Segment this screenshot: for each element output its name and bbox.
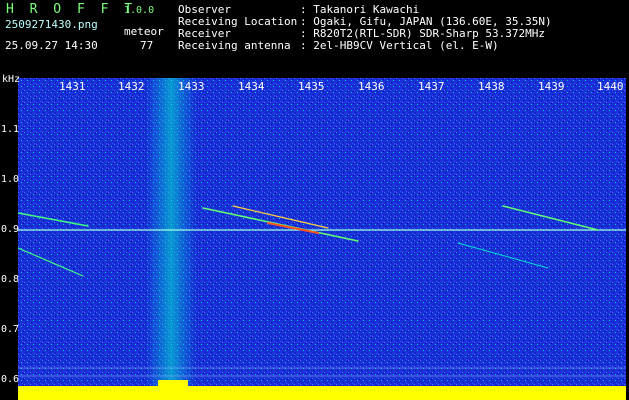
header-panel: H R O F F T 1.0.0 2509271430.png meteor … xyxy=(0,0,629,78)
axis-unit-label: kHz xyxy=(2,74,21,85)
app-name: H R O F F T xyxy=(6,2,137,17)
noise-background xyxy=(18,78,626,400)
info-value-antenna: : 2el-HB9CV Vertical (el. E-W) xyxy=(300,39,499,52)
datetime: 25.09.27 14:30 xyxy=(5,39,98,52)
x-tick: 1439 xyxy=(538,80,565,93)
filename: 2509271430.png xyxy=(5,18,98,31)
x-tick: 1431 xyxy=(59,80,86,93)
meteor-label: meteor xyxy=(124,25,164,38)
app-version: 1.0.0 xyxy=(124,5,155,16)
meteor-count: 77 xyxy=(140,39,154,52)
x-tick: 1436 xyxy=(358,80,385,93)
x-tick: 1433 xyxy=(178,80,205,93)
y-tick: 0.8 xyxy=(1,274,20,285)
y-tick: 0.9 xyxy=(1,224,20,235)
y-tick: 1.1 xyxy=(1,124,20,135)
y-tick: 0.7 xyxy=(1,324,20,335)
x-tick: 1434 xyxy=(238,80,265,93)
info-key-antenna: Receiving antenna xyxy=(178,39,291,52)
x-tick: 1438 xyxy=(478,80,505,93)
waterfall-spectrogram xyxy=(18,78,626,400)
x-tick: 1435 xyxy=(298,80,325,93)
y-tick: 1.0 xyxy=(1,174,20,185)
x-tick: 1432 xyxy=(118,80,145,93)
x-tick: 1440 xyxy=(597,80,624,93)
y-tick: 0.6 xyxy=(1,374,20,385)
interference-band xyxy=(146,78,196,388)
x-tick: 1437 xyxy=(418,80,445,93)
